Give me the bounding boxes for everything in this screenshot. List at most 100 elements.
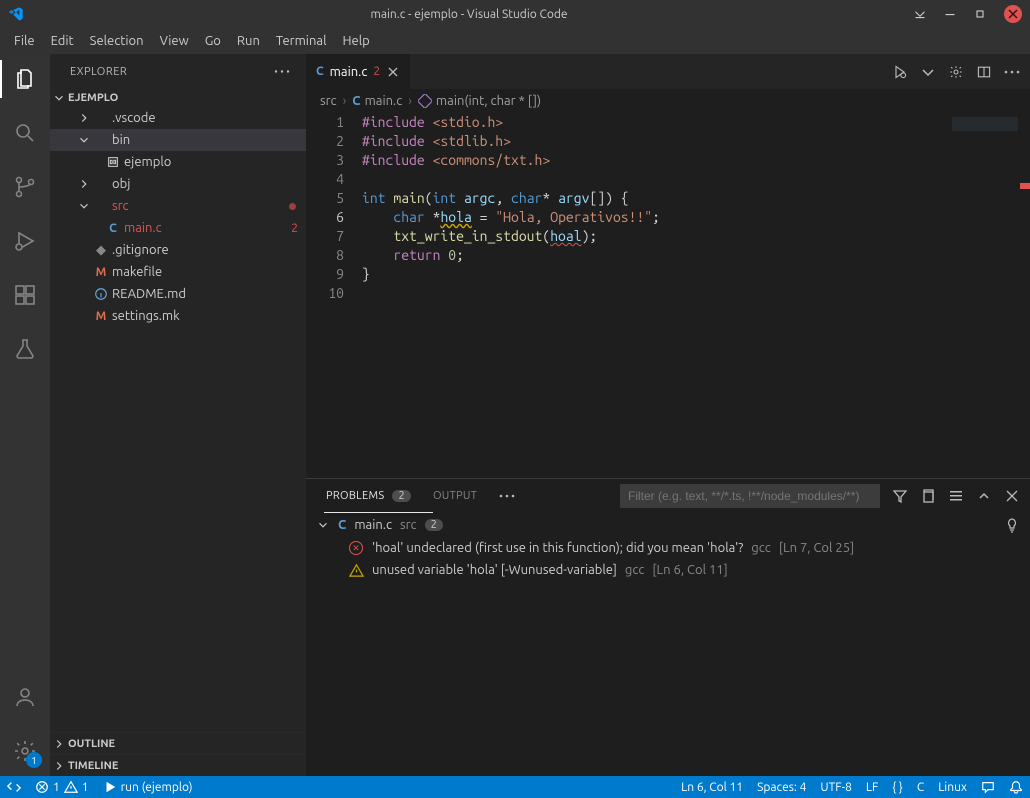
menu-down-icon[interactable] xyxy=(914,8,926,20)
close-window-button[interactable] xyxy=(1004,5,1022,23)
chevron-up-icon[interactable] xyxy=(976,488,992,504)
code-line[interactable]: return 0; xyxy=(362,246,950,265)
code-line[interactable]: } xyxy=(362,265,950,284)
status-remote[interactable] xyxy=(0,780,28,794)
files-icon xyxy=(13,67,37,91)
maximize-icon[interactable] xyxy=(974,8,986,20)
editor-settings-button[interactable] xyxy=(948,64,964,80)
play-icon xyxy=(103,780,117,794)
problems-file-row[interactable]: C main.c src 2 xyxy=(306,513,1030,537)
activity-run-debug[interactable] xyxy=(0,222,50,260)
explorer-root-header[interactable]: EJEMPLO xyxy=(50,89,306,107)
code-line[interactable]: int main(int argc, char* argv[]) { xyxy=(362,189,950,208)
tree-item-label: ejemplo xyxy=(124,155,171,169)
menu-item-edit[interactable]: Edit xyxy=(43,31,82,51)
twisty-icon xyxy=(76,177,92,191)
chevron-down-icon[interactable] xyxy=(920,64,936,80)
copy-icon[interactable] xyxy=(920,488,936,504)
code-editor[interactable]: 12345678910 #include <stdio.h>#include <… xyxy=(306,113,1030,478)
status-os[interactable]: Linux xyxy=(931,781,974,794)
tree-file-main-c[interactable]: Cmain.c2 xyxy=(50,217,306,239)
tree-folder-bin[interactable]: bin xyxy=(50,129,306,151)
menu-item-selection[interactable]: Selection xyxy=(82,31,152,51)
debug-icon xyxy=(13,229,37,253)
code-line[interactable]: txt_write_in_stdout(hoal); xyxy=(362,227,950,246)
tree-folder-src[interactable]: src xyxy=(50,195,306,217)
code-line[interactable]: char *hola = "Hola, Operativos!!"; xyxy=(362,208,950,227)
play-bug-icon xyxy=(892,64,908,80)
code-line[interactable] xyxy=(362,284,950,303)
status-bell[interactable] xyxy=(1002,780,1030,794)
file-type-icon: M xyxy=(92,266,110,279)
tree-file-ejemplo[interactable]: ejemplo xyxy=(50,151,306,173)
menu-item-help[interactable]: Help xyxy=(334,31,377,51)
sidebar-section-timeline[interactable]: TIMELINE xyxy=(50,754,306,776)
filter-icon[interactable] xyxy=(892,488,908,504)
code-line[interactable]: #include <stdio.h> xyxy=(362,113,950,132)
tab-close-icon[interactable] xyxy=(386,65,400,79)
tree-folder--vscode[interactable]: .vscode xyxy=(50,107,306,129)
panel-more-button[interactable] xyxy=(499,494,515,498)
code-line[interactable]: #include <stdlib.h> xyxy=(362,132,950,151)
sidebar-more-button[interactable] xyxy=(274,70,290,73)
status-lang-icon[interactable]: { } xyxy=(885,781,910,794)
search-icon xyxy=(13,121,37,145)
status-cursor-pos[interactable]: Ln 6, Col 11 xyxy=(674,781,750,794)
split-editor-button[interactable] xyxy=(976,64,992,80)
status-indent[interactable]: Spaces: 4 xyxy=(750,781,813,794)
tree-item-label: main.c xyxy=(124,221,162,235)
tree-file--gitignore[interactable]: ◆.gitignore xyxy=(50,239,306,261)
status-eol[interactable]: LF xyxy=(859,781,885,794)
status-run-task[interactable]: run (ejemplo) xyxy=(96,780,200,794)
activity-search[interactable] xyxy=(0,114,50,152)
activity-explorer[interactable] xyxy=(0,60,50,98)
feedback-icon xyxy=(981,780,995,794)
tree-file-settings-mk[interactable]: Msettings.mk xyxy=(50,305,306,327)
title-bar: main.c - ejemplo - Visual Studio Code xyxy=(0,0,1030,28)
menu-item-run[interactable]: Run xyxy=(229,31,268,51)
tree-folder-obj[interactable]: obj xyxy=(50,173,306,195)
activity-accounts[interactable] xyxy=(0,678,50,716)
minimize-icon[interactable] xyxy=(944,8,956,20)
list-tree-icon[interactable] xyxy=(948,488,964,504)
tree-file-readme-md[interactable]: README.md xyxy=(50,283,306,305)
editor-tab-main-c[interactable]: C main.c 2 xyxy=(306,54,411,89)
lightbulb-icon[interactable] xyxy=(1004,517,1020,533)
sidebar-section-outline[interactable]: OUTLINE xyxy=(50,732,306,754)
editor-tabs: C main.c 2 xyxy=(306,54,1030,89)
status-problems[interactable]: 1 1 xyxy=(28,780,96,794)
activity-testing[interactable] xyxy=(0,330,50,368)
menu-item-terminal[interactable]: Terminal xyxy=(268,31,335,51)
problem-source: gcc xyxy=(751,541,771,555)
panel-close-icon[interactable] xyxy=(1004,488,1020,504)
menu-item-view[interactable]: View xyxy=(152,31,197,51)
tree-item-label: README.md xyxy=(112,287,186,301)
tree-item-label: settings.mk xyxy=(112,309,180,323)
activity-source-control[interactable] xyxy=(0,168,50,206)
minimap[interactable] xyxy=(950,113,1030,478)
tree-file-makefile[interactable]: Mmakefile xyxy=(50,261,306,283)
c-file-icon: C xyxy=(338,518,346,532)
chevron-right-icon: › xyxy=(343,94,347,108)
tab-error-badge: 2 xyxy=(373,65,380,78)
menu-item-file[interactable]: File xyxy=(6,31,43,51)
editor-more-button[interactable] xyxy=(1004,64,1020,80)
status-feedback[interactable] xyxy=(974,780,1002,794)
ellipsis-icon xyxy=(274,70,290,73)
run-configure-button[interactable] xyxy=(892,64,908,80)
problem-message: unused variable 'hola' [-Wunused-variabl… xyxy=(372,563,617,577)
problems-filter-input[interactable] xyxy=(620,484,880,508)
menu-item-go[interactable]: Go xyxy=(197,31,229,51)
problem-row[interactable]: unused variable 'hola' [-Wunused-variabl… xyxy=(306,559,1030,581)
code-line[interactable]: #include <commons/txt.h> xyxy=(362,151,950,170)
activity-settings[interactable]: 1 xyxy=(0,732,50,770)
panel-tab-output[interactable]: OUTPUT xyxy=(433,484,477,508)
breadcrumbs[interactable]: src › C main.c › main(int, char * []) xyxy=(306,89,1030,113)
code-line[interactable] xyxy=(362,170,950,189)
status-encoding[interactable]: UTF-8 xyxy=(813,781,858,794)
problem-row[interactable]: ✕'hoal' undeclared (first use in this fu… xyxy=(306,537,1030,559)
panel-tab-problems[interactable]: PROBLEMS2 xyxy=(326,484,411,508)
status-language[interactable]: C xyxy=(910,781,931,794)
chevron-down-icon xyxy=(52,91,66,105)
activity-extensions[interactable] xyxy=(0,276,50,314)
